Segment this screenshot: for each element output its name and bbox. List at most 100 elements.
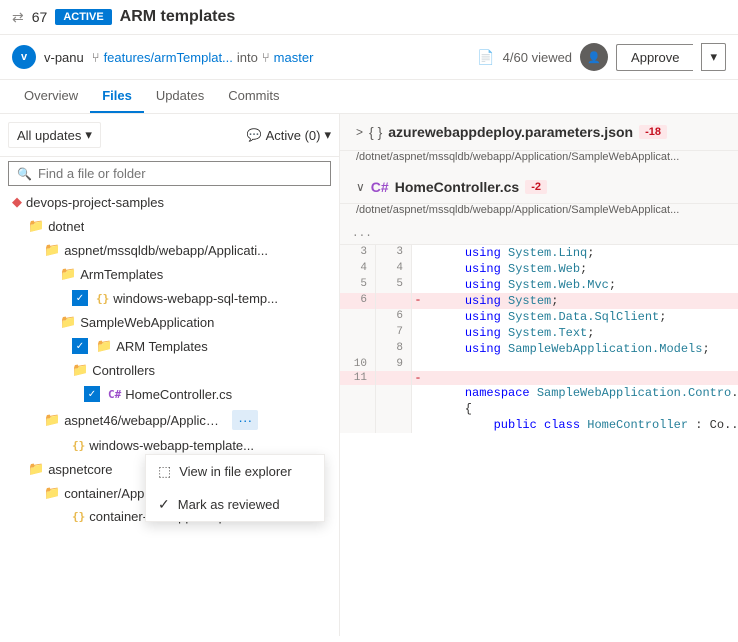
file-icon-json: {}: [96, 292, 109, 305]
folder-icon: 📁: [96, 338, 112, 354]
comment-icon: 💬: [247, 128, 262, 142]
file-icon-cs: C#: [108, 388, 121, 401]
collapsed-file-section: > { } azurewebappdeploy.parameters.json …: [340, 114, 738, 171]
list-item[interactable]: 📁 aspnet46/webapp/Applicatio... ···: [0, 406, 339, 434]
list-item[interactable]: 📁 aspnet/mssqldb/webapp/Applicati...: [0, 238, 339, 262]
folder-icon: 📁: [44, 412, 60, 428]
code-line: 7 using System.Text;: [340, 325, 738, 341]
approve-button[interactable]: Approve: [616, 44, 693, 71]
list-item[interactable]: ◆ devops-project-samples: [0, 190, 339, 214]
tab-files[interactable]: Files: [90, 80, 144, 113]
list-item[interactable]: 📁 Controllers: [0, 358, 339, 382]
more-options-button[interactable]: ···: [232, 410, 258, 430]
code-content: ... 3 3 using System.Linq; 4 4 using Sys…: [340, 224, 738, 433]
code-ellipsis: ...: [340, 224, 738, 245]
code-line: 5 5 using System.Web.Mvc;: [340, 277, 738, 293]
code-line: public class HomeController : Co...: [340, 417, 738, 433]
collapsed-file-name: azurewebappdeploy.parameters.json: [388, 124, 633, 140]
tab-updates[interactable]: Updates: [144, 80, 216, 113]
pr-icon: ⇄: [12, 9, 24, 26]
list-item[interactable]: ✓ {} windows-webapp-sql-temp...: [0, 286, 339, 310]
context-view-label: View in file explorer: [179, 464, 291, 479]
code-file-header[interactable]: ∨ C# HomeController.cs -2: [340, 171, 738, 204]
code-line: 10 9: [340, 357, 738, 371]
folder-icon: 📁: [44, 485, 60, 501]
list-item[interactable]: 📁 ArmTemplates: [0, 262, 339, 286]
repo-icon: ◆: [12, 194, 22, 210]
folder-icon: 📁: [44, 242, 60, 258]
search-icon: 🔍: [17, 167, 32, 181]
folder-icon: 📁: [60, 266, 76, 282]
right-panel: > { } azurewebappdeploy.parameters.json …: [340, 114, 738, 636]
search-box[interactable]: 🔍: [8, 161, 331, 186]
folder-icon: 📁: [72, 362, 88, 378]
pr-count: 67: [32, 9, 48, 25]
expand-chevron-icon: ∨: [356, 180, 365, 194]
code-file-name: HomeController.cs: [395, 179, 519, 195]
code-line: namespace SampleWebApplication.Contro...: [340, 385, 738, 401]
code-line: {: [340, 401, 738, 417]
tabs-bar: Overview Files Updates Commits: [0, 80, 738, 114]
approve-dropdown-button[interactable]: ▾: [701, 43, 726, 71]
collapsed-file-path: /dotnet/aspnet/mssqldb/webapp/Applicatio…: [340, 151, 738, 171]
collapsed-file-header[interactable]: > { } azurewebappdeploy.parameters.json …: [340, 114, 738, 151]
reviewer-avatar: 👤: [580, 43, 608, 71]
chevron-down-icon: ▾: [85, 127, 92, 143]
check-icon: ✓: [158, 496, 170, 513]
status-badge: ACTIVE: [55, 9, 111, 25]
user-name: v-panu: [44, 50, 84, 65]
branch-to[interactable]: master: [274, 50, 314, 65]
expand-icon: >: [356, 125, 363, 139]
context-menu: ⬚ View in file explorer ✓ Mark as review…: [145, 454, 325, 522]
tab-commits[interactable]: Commits: [216, 80, 291, 113]
tab-overview[interactable]: Overview: [12, 80, 90, 113]
file-icon-json: {}: [72, 510, 85, 523]
filter-bar: All updates ▾ 💬 Active (0) ▾: [0, 114, 339, 157]
list-item[interactable]: 📁 SampleWebApplication: [0, 310, 339, 334]
left-panel: All updates ▾ 💬 Active (0) ▾ 🔍 ◆ devops-…: [0, 114, 340, 636]
diff-badge-red: -18: [639, 125, 667, 139]
lang-cs-icon: C#: [371, 179, 389, 195]
code-file-path: /dotnet/aspnet/mssqldb/webapp/Applicatio…: [340, 204, 738, 224]
code-line-removed: 11 -: [340, 371, 738, 385]
reviewed-checkbox[interactable]: ✓: [72, 338, 88, 354]
active-label: Active (0): [266, 128, 321, 143]
main-layout: All updates ▾ 💬 Active (0) ▾ 🔍 ◆ devops-…: [0, 114, 738, 636]
top-bar: ⇄ 67 ACTIVE ARM templates: [0, 0, 738, 35]
list-item[interactable]: ✓ 📁 ARM Templates: [0, 334, 339, 358]
code-line-removed: 6 - using System;: [340, 293, 738, 309]
branch-info: ⑂ features/armTemplat... into ⑂ master: [92, 50, 314, 65]
pr-title: ARM templates: [120, 8, 236, 26]
code-diff-badge: -2: [525, 180, 547, 194]
active-filter[interactable]: 💬 Active (0) ▾: [247, 127, 331, 143]
chevron-down-icon2: ▾: [324, 127, 331, 143]
context-mark-label: Mark as reviewed: [178, 497, 280, 512]
branch-icon: ⑂: [92, 50, 100, 65]
all-updates-label: All updates: [17, 128, 81, 143]
file-icon-json: {}: [72, 439, 85, 452]
list-item[interactable]: 📁 dotnet: [0, 214, 339, 238]
code-line: 4 4 using System.Web;: [340, 261, 738, 277]
code-file-section: ∨ C# HomeController.cs -2 /dotnet/aspnet…: [340, 171, 738, 433]
search-input[interactable]: [38, 166, 322, 181]
folder-icon: 📁: [28, 218, 44, 234]
viewed-info: 📄 4/60 viewed 👤 Approve ▾: [477, 43, 726, 71]
code-line: 3 3 using System.Linq;: [340, 245, 738, 261]
branch-from[interactable]: features/armTemplat...: [104, 50, 233, 65]
branch-icon2: ⑂: [262, 50, 270, 65]
folder-icon: 📁: [60, 314, 76, 330]
folder-icon: 📁: [28, 461, 44, 477]
code-line: 8 using SampleWebApplication.Models;: [340, 341, 738, 357]
viewed-count: 4/60 viewed: [503, 50, 572, 65]
into-label: into: [237, 50, 258, 65]
file-brackets-icon: { }: [369, 124, 382, 140]
reviewed-checkbox[interactable]: ✓: [72, 290, 88, 306]
context-view-explorer[interactable]: ⬚ View in file explorer: [146, 455, 324, 488]
avatar: v: [12, 45, 36, 69]
all-updates-filter[interactable]: All updates ▾: [8, 122, 101, 148]
list-item[interactable]: ✓ C# HomeController.cs: [0, 382, 339, 406]
context-mark-reviewed[interactable]: ✓ Mark as reviewed: [146, 488, 324, 521]
file-icon-viewed: 📄: [477, 49, 494, 66]
file-explorer-icon: ⬚: [158, 463, 171, 480]
reviewed-checkbox[interactable]: ✓: [84, 386, 100, 402]
